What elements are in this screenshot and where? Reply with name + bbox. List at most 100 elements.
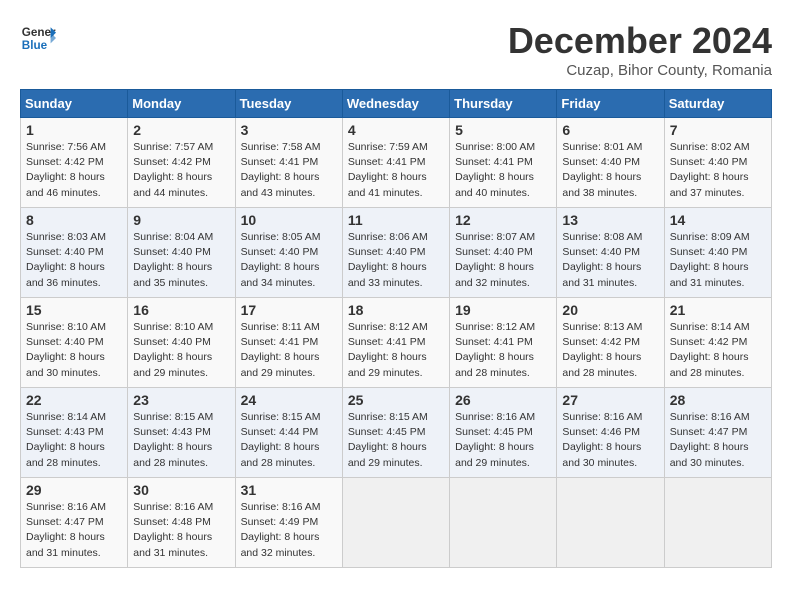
logo-icon: General Blue xyxy=(20,20,56,56)
sunrise-label: Sunrise: 8:04 AM xyxy=(133,231,213,243)
table-row xyxy=(450,478,557,568)
logo: General Blue xyxy=(20,20,56,56)
table-row: 14 Sunrise: 8:09 AM Sunset: 4:40 PM Dayl… xyxy=(664,208,771,298)
day-number: 31 xyxy=(241,482,337,498)
daylight-label: Daylight: 8 hours and 28 minutes. xyxy=(562,351,641,378)
sunset-label: Sunset: 4:41 PM xyxy=(241,336,319,348)
day-info: Sunrise: 8:15 AM Sunset: 4:43 PM Dayligh… xyxy=(133,410,229,471)
table-row: 6 Sunrise: 8:01 AM Sunset: 4:40 PM Dayli… xyxy=(557,118,664,208)
sunrise-label: Sunrise: 8:15 AM xyxy=(348,411,428,423)
day-info: Sunrise: 8:16 AM Sunset: 4:47 PM Dayligh… xyxy=(670,410,766,471)
sunset-label: Sunset: 4:45 PM xyxy=(348,426,426,438)
daylight-label: Daylight: 8 hours and 28 minutes. xyxy=(26,441,105,468)
sunrise-label: Sunrise: 7:57 AM xyxy=(133,141,213,153)
daylight-label: Daylight: 8 hours and 46 minutes. xyxy=(26,171,105,198)
table-row: 24 Sunrise: 8:15 AM Sunset: 4:44 PM Dayl… xyxy=(235,388,342,478)
sunrise-label: Sunrise: 8:02 AM xyxy=(670,141,750,153)
daylight-label: Daylight: 8 hours and 28 minutes. xyxy=(241,441,320,468)
day-number: 13 xyxy=(562,212,658,228)
day-number: 7 xyxy=(670,122,766,138)
daylight-label: Daylight: 8 hours and 28 minutes. xyxy=(670,351,749,378)
daylight-label: Daylight: 8 hours and 31 minutes. xyxy=(562,261,641,288)
day-info: Sunrise: 8:16 AM Sunset: 4:47 PM Dayligh… xyxy=(26,500,122,561)
day-info: Sunrise: 8:08 AM Sunset: 4:40 PM Dayligh… xyxy=(562,230,658,291)
sunrise-label: Sunrise: 8:00 AM xyxy=(455,141,535,153)
sunset-label: Sunset: 4:44 PM xyxy=(241,426,319,438)
daylight-label: Daylight: 8 hours and 32 minutes. xyxy=(241,531,320,558)
day-info: Sunrise: 8:15 AM Sunset: 4:45 PM Dayligh… xyxy=(348,410,444,471)
table-row: 27 Sunrise: 8:16 AM Sunset: 4:46 PM Dayl… xyxy=(557,388,664,478)
sunset-label: Sunset: 4:40 PM xyxy=(133,246,211,258)
table-row: 25 Sunrise: 8:15 AM Sunset: 4:45 PM Dayl… xyxy=(342,388,449,478)
table-row: 18 Sunrise: 8:12 AM Sunset: 4:41 PM Dayl… xyxy=(342,298,449,388)
day-number: 30 xyxy=(133,482,229,498)
page-header: General Blue December 2024 Cuzap, Bihor … xyxy=(20,20,772,79)
day-info: Sunrise: 8:10 AM Sunset: 4:40 PM Dayligh… xyxy=(26,320,122,381)
sunrise-label: Sunrise: 8:10 AM xyxy=(133,321,213,333)
sunset-label: Sunset: 4:40 PM xyxy=(670,246,748,258)
day-info: Sunrise: 8:00 AM Sunset: 4:41 PM Dayligh… xyxy=(455,140,551,201)
day-number: 23 xyxy=(133,392,229,408)
day-info: Sunrise: 8:02 AM Sunset: 4:40 PM Dayligh… xyxy=(670,140,766,201)
col-saturday: Saturday xyxy=(664,90,771,118)
sunrise-label: Sunrise: 8:16 AM xyxy=(562,411,642,423)
sunrise-label: Sunrise: 8:13 AM xyxy=(562,321,642,333)
sunrise-label: Sunrise: 8:16 AM xyxy=(455,411,535,423)
table-row: 4 Sunrise: 7:59 AM Sunset: 4:41 PM Dayli… xyxy=(342,118,449,208)
table-row: 26 Sunrise: 8:16 AM Sunset: 4:45 PM Dayl… xyxy=(450,388,557,478)
day-info: Sunrise: 8:12 AM Sunset: 4:41 PM Dayligh… xyxy=(455,320,551,381)
daylight-label: Daylight: 8 hours and 28 minutes. xyxy=(133,441,212,468)
sunset-label: Sunset: 4:40 PM xyxy=(562,156,640,168)
sunset-label: Sunset: 4:42 PM xyxy=(26,156,104,168)
daylight-label: Daylight: 8 hours and 29 minutes. xyxy=(455,441,534,468)
sunrise-label: Sunrise: 8:07 AM xyxy=(455,231,535,243)
sunset-label: Sunset: 4:41 PM xyxy=(348,336,426,348)
table-row: 31 Sunrise: 8:16 AM Sunset: 4:49 PM Dayl… xyxy=(235,478,342,568)
col-monday: Monday xyxy=(128,90,235,118)
table-row: 9 Sunrise: 8:04 AM Sunset: 4:40 PM Dayli… xyxy=(128,208,235,298)
day-number: 3 xyxy=(241,122,337,138)
table-row: 15 Sunrise: 8:10 AM Sunset: 4:40 PM Dayl… xyxy=(21,298,128,388)
daylight-label: Daylight: 8 hours and 28 minutes. xyxy=(455,351,534,378)
day-number: 11 xyxy=(348,212,444,228)
day-number: 21 xyxy=(670,302,766,318)
day-info: Sunrise: 8:14 AM Sunset: 4:43 PM Dayligh… xyxy=(26,410,122,471)
table-row: 2 Sunrise: 7:57 AM Sunset: 4:42 PM Dayli… xyxy=(128,118,235,208)
sunrise-label: Sunrise: 8:16 AM xyxy=(241,501,321,513)
sunset-label: Sunset: 4:43 PM xyxy=(133,426,211,438)
sunrise-label: Sunrise: 8:16 AM xyxy=(133,501,213,513)
table-row xyxy=(557,478,664,568)
day-number: 2 xyxy=(133,122,229,138)
calendar-subtitle: Cuzap, Bihor County, Romania xyxy=(508,62,772,79)
sunset-label: Sunset: 4:43 PM xyxy=(26,426,104,438)
day-number: 26 xyxy=(455,392,551,408)
calendar-week-row: 22 Sunrise: 8:14 AM Sunset: 4:43 PM Dayl… xyxy=(21,388,772,478)
sunset-label: Sunset: 4:45 PM xyxy=(455,426,533,438)
sunset-label: Sunset: 4:40 PM xyxy=(133,336,211,348)
sunset-label: Sunset: 4:42 PM xyxy=(562,336,640,348)
day-info: Sunrise: 8:16 AM Sunset: 4:45 PM Dayligh… xyxy=(455,410,551,471)
daylight-label: Daylight: 8 hours and 31 minutes. xyxy=(670,261,749,288)
day-info: Sunrise: 8:04 AM Sunset: 4:40 PM Dayligh… xyxy=(133,230,229,291)
sunset-label: Sunset: 4:47 PM xyxy=(26,516,104,528)
day-info: Sunrise: 8:15 AM Sunset: 4:44 PM Dayligh… xyxy=(241,410,337,471)
sunrise-label: Sunrise: 8:03 AM xyxy=(26,231,106,243)
calendar-week-row: 15 Sunrise: 8:10 AM Sunset: 4:40 PM Dayl… xyxy=(21,298,772,388)
daylight-label: Daylight: 8 hours and 35 minutes. xyxy=(133,261,212,288)
day-number: 8 xyxy=(26,212,122,228)
table-row: 16 Sunrise: 8:10 AM Sunset: 4:40 PM Dayl… xyxy=(128,298,235,388)
calendar-week-row: 8 Sunrise: 8:03 AM Sunset: 4:40 PM Dayli… xyxy=(21,208,772,298)
sunrise-label: Sunrise: 8:15 AM xyxy=(241,411,321,423)
day-number: 29 xyxy=(26,482,122,498)
calendar-title: December 2024 xyxy=(508,20,772,62)
table-row: 3 Sunrise: 7:58 AM Sunset: 4:41 PM Dayli… xyxy=(235,118,342,208)
day-number: 19 xyxy=(455,302,551,318)
sunrise-label: Sunrise: 8:12 AM xyxy=(348,321,428,333)
table-row: 10 Sunrise: 8:05 AM Sunset: 4:40 PM Dayl… xyxy=(235,208,342,298)
day-number: 10 xyxy=(241,212,337,228)
daylight-label: Daylight: 8 hours and 29 minutes. xyxy=(133,351,212,378)
table-row: 5 Sunrise: 8:00 AM Sunset: 4:41 PM Dayli… xyxy=(450,118,557,208)
daylight-label: Daylight: 8 hours and 36 minutes. xyxy=(26,261,105,288)
sunrise-label: Sunrise: 8:16 AM xyxy=(670,411,750,423)
sunset-label: Sunset: 4:48 PM xyxy=(133,516,211,528)
